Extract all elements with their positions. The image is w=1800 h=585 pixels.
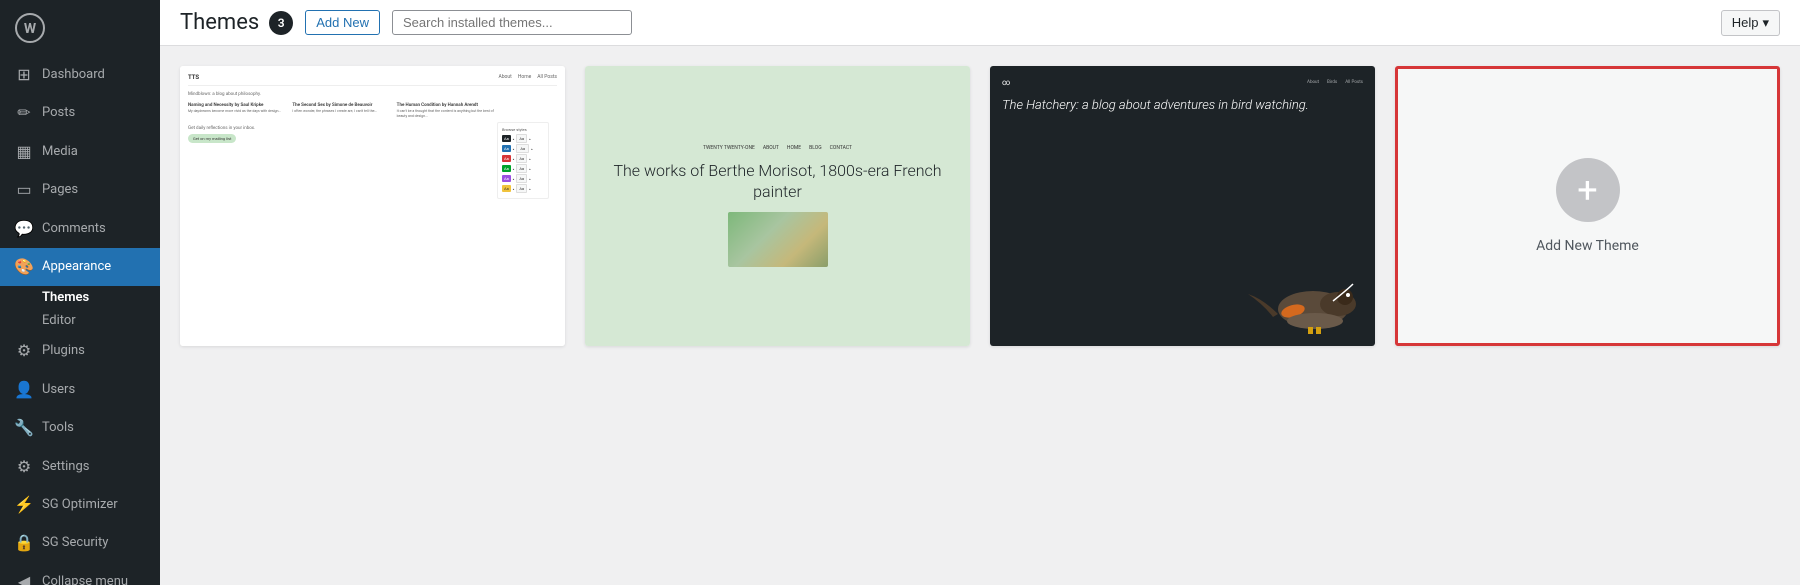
p21-nav: TWENTY TWENTY-ONE ABOUTHOMEBLOGCONTACT bbox=[703, 145, 852, 151]
theme-card-twenty-twenty-one[interactable]: TWENTY TWENTY-ONE ABOUTHOMEBLOGCONTACT T… bbox=[585, 66, 970, 346]
plus-symbol: + bbox=[1577, 169, 1597, 211]
p23-more: Get daily reflections in your inbox. Get… bbox=[188, 126, 497, 143]
sg-optimizer-icon: ⚡ bbox=[14, 494, 34, 516]
sidebar-item-pages[interactable]: ▭ Pages bbox=[0, 171, 160, 209]
theme-preview-twenty-twenty-one: TWENTY TWENTY-ONE ABOUTHOMEBLOGCONTACT T… bbox=[585, 66, 970, 346]
theme-card-twenty-twenty-two[interactable]: ∞ AboutBirdsAll Posts The Hatchery: a bl… bbox=[990, 66, 1375, 346]
topbar-left: Themes 3 Add New bbox=[180, 10, 632, 35]
sidebar-item-settings[interactable]: ⚙ Settings bbox=[0, 448, 160, 486]
page-title: Themes bbox=[180, 12, 259, 34]
add-new-button[interactable]: Add New bbox=[305, 10, 380, 35]
sidebar-item-sg-optimizer[interactable]: ⚡ SG Optimizer bbox=[0, 486, 160, 524]
sidebar-sub-editor[interactable]: Editor bbox=[0, 309, 160, 332]
p23-styles: Browse styles Aa▴Aa▴ Aa▴Aa▴ Aa▴Aa▴ Aa▴Aa… bbox=[497, 122, 549, 199]
add-new-theme-card[interactable]: + Add New Theme bbox=[1395, 66, 1780, 346]
sidebar-item-tools[interactable]: 🔧 Tools bbox=[0, 409, 160, 447]
theme-card-twenty-twenty-three[interactable]: TTS AboutHomeAll Posts Mindblown: a blog… bbox=[180, 66, 565, 346]
help-button[interactable]: Help ▾ bbox=[1721, 10, 1780, 36]
sidebar-item-label: Settings bbox=[42, 458, 89, 476]
sidebar-item-label: Plugins bbox=[42, 342, 85, 360]
add-new-theme-label: Add New Theme bbox=[1536, 238, 1639, 254]
wp-logo: W bbox=[0, 0, 160, 56]
comments-icon: 💬 bbox=[14, 218, 34, 240]
p21-title: The works of Berthe Morisot, 1800s-era F… bbox=[605, 161, 950, 203]
sidebar-sub-themes[interactable]: Themes bbox=[0, 286, 160, 309]
sidebar-item-label: Comments bbox=[42, 220, 106, 238]
p22-title: The Hatchery: a blog about adventures in… bbox=[1002, 97, 1363, 251]
main-content: Themes 3 Add New Help ▾ TTS AboutHomeAll… bbox=[160, 0, 1800, 585]
theme-count-badge: 3 bbox=[269, 11, 293, 35]
sidebar-item-label: Users bbox=[42, 381, 75, 399]
theme-preview-twenty-twenty-two: ∞ AboutBirdsAll Posts The Hatchery: a bl… bbox=[990, 66, 1375, 346]
posts-icon: ✏ bbox=[14, 102, 34, 124]
themes-grid: TTS AboutHomeAll Posts Mindblown: a blog… bbox=[180, 66, 1780, 346]
dashboard-icon: ⊞ bbox=[14, 64, 34, 86]
p23-subtitle: Mindblown: a blog about philosophy. bbox=[188, 92, 497, 97]
sidebar-item-posts[interactable]: ✏ Posts bbox=[0, 94, 160, 132]
help-arrow-icon: ▾ bbox=[1762, 15, 1769, 31]
p23-post: The Human Condition by Hannah Arendt It … bbox=[397, 103, 497, 118]
page-title-wrap: Themes 3 bbox=[180, 11, 293, 35]
add-new-plus-icon: + bbox=[1556, 158, 1620, 222]
sidebar-item-appearance[interactable]: 🎨 Appearance bbox=[0, 248, 160, 286]
sidebar-item-label: Pages bbox=[42, 181, 78, 199]
bird-illustration bbox=[1233, 259, 1363, 334]
collapse-icon: ◀ bbox=[14, 571, 34, 585]
search-input[interactable] bbox=[392, 10, 632, 35]
sidebar-item-label: SG Security bbox=[42, 534, 108, 552]
sg-security-icon: 🔒 bbox=[14, 532, 34, 554]
tools-icon: 🔧 bbox=[14, 417, 34, 439]
p22-nav: ∞ AboutBirdsAll Posts bbox=[1002, 78, 1363, 87]
theme-preview-twenty-twenty-three: TTS AboutHomeAll Posts Mindblown: a blog… bbox=[180, 66, 565, 346]
users-icon: 👤 bbox=[14, 379, 34, 401]
plugins-icon: ⚙ bbox=[14, 340, 34, 362]
sidebar: W ⊞ Dashboard ✏ Posts ▦ Media ▭ Pages 💬 … bbox=[0, 0, 160, 585]
p23-cta: Get on my mailing list bbox=[188, 134, 236, 143]
sidebar-item-label: Posts bbox=[42, 104, 75, 122]
collapse-label: Collapse menu bbox=[42, 573, 128, 585]
help-label: Help bbox=[1732, 15, 1759, 30]
sidebar-item-plugins[interactable]: ⚙ Plugins bbox=[0, 332, 160, 370]
svg-text:W: W bbox=[24, 21, 37, 37]
sidebar-item-users[interactable]: 👤 Users bbox=[0, 371, 160, 409]
collapse-menu-button[interactable]: ◀ Collapse menu bbox=[0, 563, 160, 585]
sidebar-item-label: SG Optimizer bbox=[42, 496, 118, 514]
p23-nav: TTS AboutHomeAll Posts bbox=[188, 74, 557, 86]
settings-icon: ⚙ bbox=[14, 456, 34, 478]
p21-img bbox=[728, 212, 828, 267]
sidebar-item-media[interactable]: ▦ Media bbox=[0, 133, 160, 171]
appearance-icon: 🎨 bbox=[14, 256, 34, 278]
p23-post: Naming and Necessity by Saul Kripke My d… bbox=[188, 103, 288, 118]
media-icon: ▦ bbox=[14, 141, 34, 163]
p23-post-grid: Naming and Necessity by Saul Kripke My d… bbox=[188, 103, 497, 118]
sidebar-item-dashboard[interactable]: ⊞ Dashboard bbox=[0, 56, 160, 94]
sidebar-item-label: Appearance bbox=[42, 258, 111, 276]
sidebar-item-label: Media bbox=[42, 143, 78, 161]
sidebar-item-sg-security[interactable]: 🔒 SG Security bbox=[0, 524, 160, 562]
topbar: Themes 3 Add New Help ▾ bbox=[160, 0, 1800, 46]
sidebar-item-label: Tools bbox=[42, 419, 74, 437]
sidebar-item-label: Dashboard bbox=[42, 66, 105, 84]
themes-area: TTS AboutHomeAll Posts Mindblown: a blog… bbox=[160, 46, 1800, 585]
pages-icon: ▭ bbox=[14, 179, 34, 201]
sidebar-item-comments[interactable]: 💬 Comments bbox=[0, 210, 160, 248]
p23-post: The Second Sex by Simone de Beauvoir I o… bbox=[292, 103, 392, 118]
